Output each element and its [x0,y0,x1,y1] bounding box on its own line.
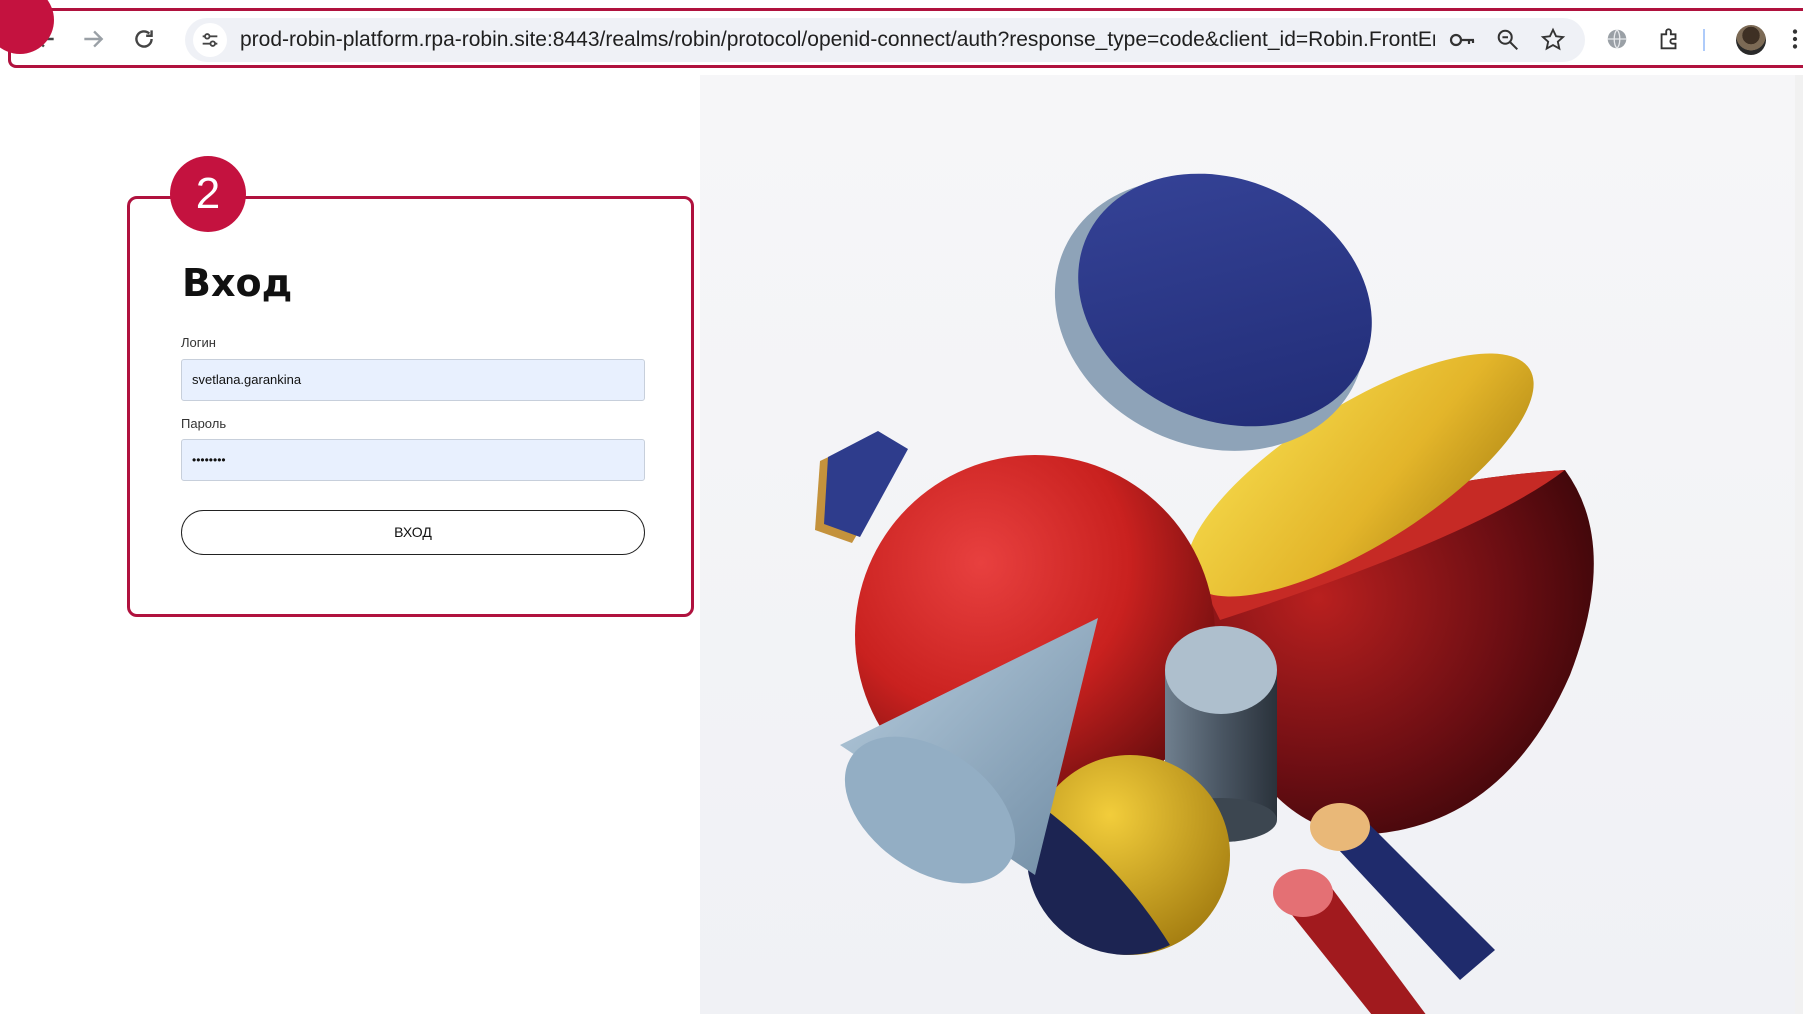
password-label: Пароль [181,416,227,431]
login-form: Вход Логин svetlana.garankina Пароль •••… [127,196,694,617]
annotation-marker-2: 2 [170,156,246,232]
login-submit-button[interactable]: ВХОД [181,510,645,555]
password-field[interactable]: •••••••• [181,439,645,481]
reload-icon [135,30,153,48]
site-info-icon [202,33,218,47]
login-field[interactable]: svetlana.garankina [181,359,645,401]
login-title: Вход [182,261,293,305]
forward-button[interactable] [77,23,109,55]
login-label: Логин [181,335,216,350]
translate-icon [1607,29,1627,49]
zoom-icon [1497,29,1519,51]
zoom-button[interactable] [1494,26,1522,54]
address-bar[interactable]: prod-robin-platform.rpa-robin.site:8443/… [185,18,1585,62]
reload-button[interactable] [128,23,160,55]
toolbar-separator [1703,29,1705,51]
key-icon [1449,33,1475,47]
avatar[interactable] [1736,25,1766,55]
translate-button[interactable] [1601,23,1633,55]
password-key-button[interactable] [1448,26,1476,54]
browser-menu-button[interactable] [1785,23,1803,55]
site-info-button[interactable] [193,23,227,57]
bookmark-button[interactable] [1539,26,1567,54]
geometric-shapes-illustration [815,173,1594,1014]
browser-toolbar: prod-robin-platform.rpa-robin.site:8443/… [0,0,1803,68]
page-content: Вход Логин svetlana.garankina Пароль •••… [12,75,1803,1014]
url-text[interactable]: prod-robin-platform.rpa-robin.site:8443/… [240,28,1435,52]
kebab-menu-icon [1792,29,1798,49]
star-icon [1540,27,1566,51]
forward-arrow-icon [84,30,104,48]
extensions-button[interactable] [1653,23,1685,55]
scrollbar[interactable] [1795,75,1803,1014]
extensions-icon [1660,28,1677,50]
